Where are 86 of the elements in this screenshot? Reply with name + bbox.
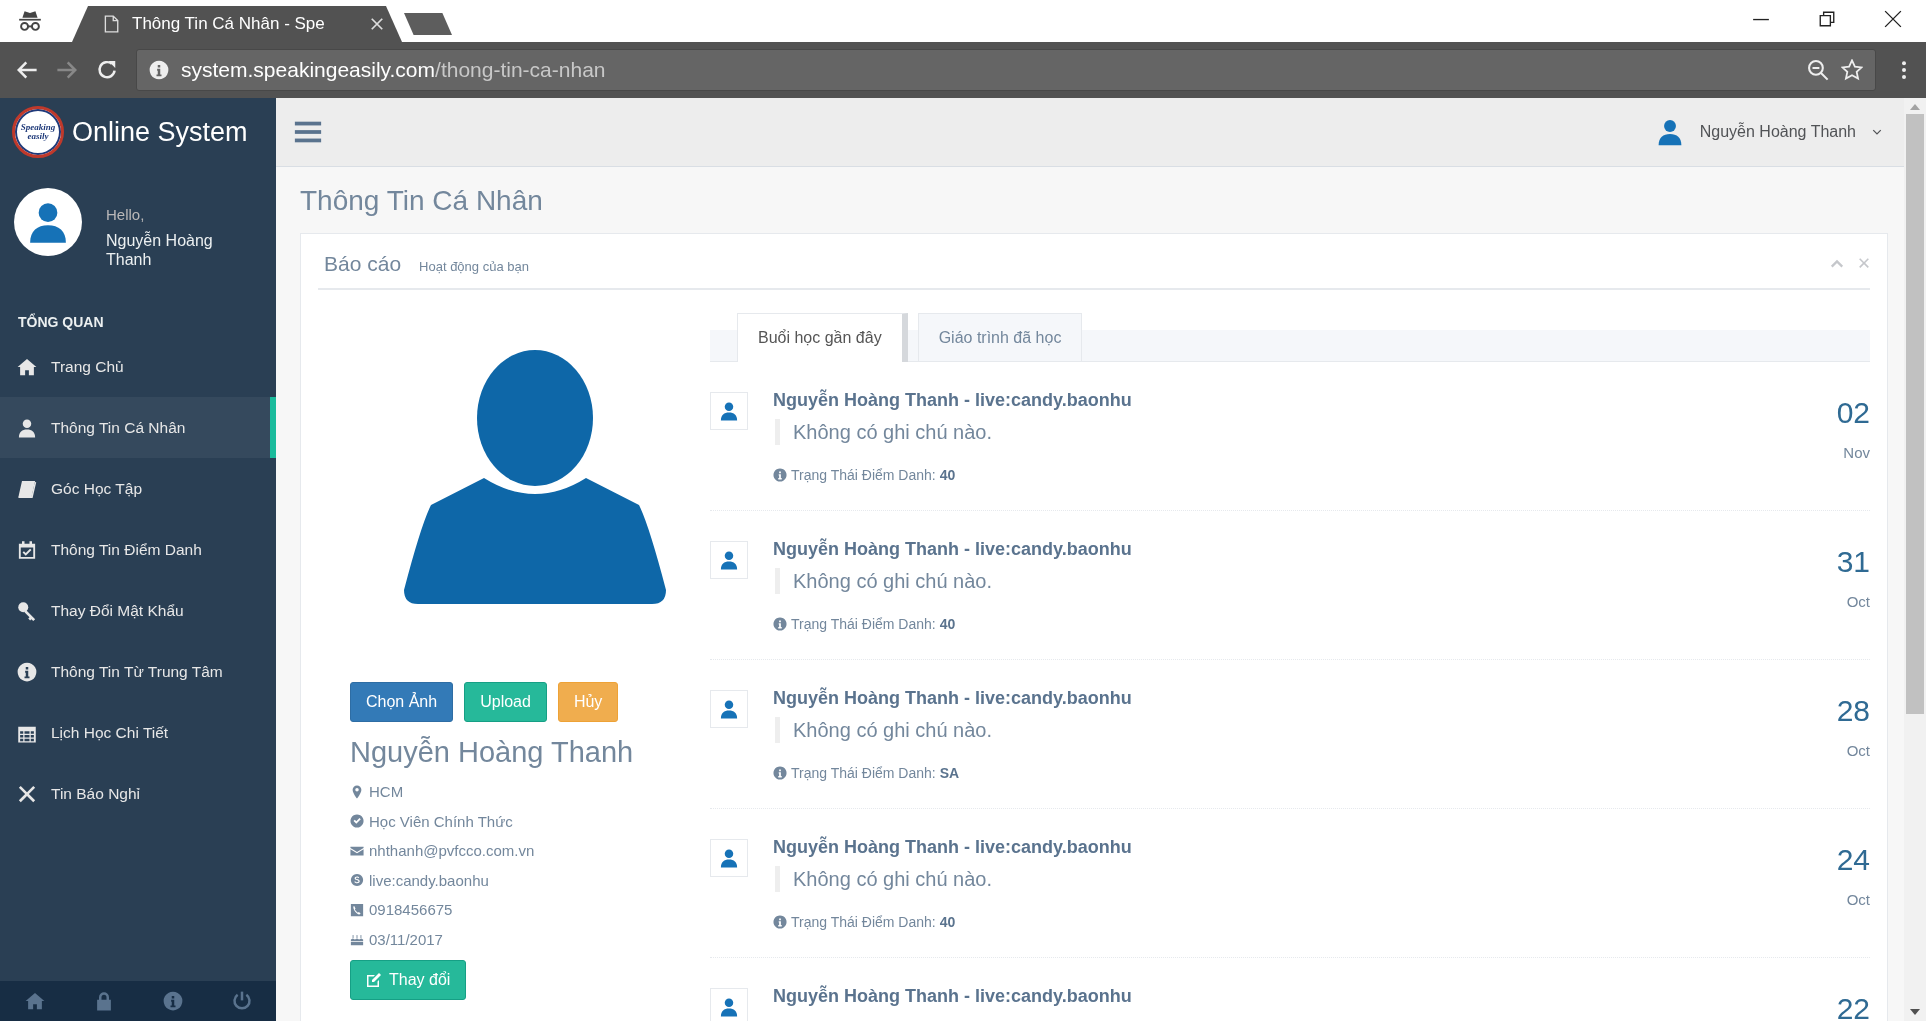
- activity-month: Oct: [1845, 742, 1870, 759]
- logo: Speaking easily: [12, 106, 64, 158]
- user-icon: [719, 997, 739, 1017]
- cake-icon: [350, 932, 364, 947]
- attendance-status: Trạng Thái Điểm Danh: 40: [791, 914, 956, 930]
- activity-title: Nguyễn Hoàng Thanh - live:candy.baonhu: [773, 390, 1133, 411]
- home-icon[interactable]: [24, 991, 45, 1011]
- times-icon: [17, 783, 37, 804]
- profile-detail: HCM: [369, 783, 404, 801]
- tab[interactable]: Buổi học gần đây: [737, 313, 908, 362]
- edit-icon: [366, 972, 382, 988]
- zoom-out-icon[interactable]: [1807, 59, 1829, 81]
- page-title: Thông Tin Cá Nhân: [300, 185, 544, 218]
- sidebar-item[interactable]: Thay Đổi Mật Khẩu: [0, 580, 276, 641]
- reload-icon[interactable]: [96, 59, 118, 81]
- sidebar-item[interactable]: Tin Báo Nghỉ: [0, 763, 276, 824]
- info-icon: [773, 915, 787, 929]
- back-icon[interactable]: [16, 59, 38, 81]
- sidebar-item[interactable]: Thông Tin Từ Trung Tâm: [0, 641, 276, 702]
- info-icon: [773, 468, 787, 482]
- activity-day: 28: [1790, 694, 1870, 728]
- profile-detail: 03/11/2017: [369, 930, 443, 948]
- profile-detail: nhthanh@pvfcco.com.vn: [369, 842, 535, 860]
- browser-tab[interactable]: Thông Tin Cá Nhân - Spe: [72, 6, 402, 42]
- sidebar-item[interactable]: Thông Tin Điểm Danh: [0, 519, 276, 580]
- user-name: Nguyễn Hoàng Thanh: [106, 231, 214, 269]
- activity-note: Không có ghi chú nào.: [775, 866, 1765, 892]
- pin-icon: [350, 784, 364, 799]
- sidebar-item[interactable]: Trang Chủ: [0, 336, 276, 397]
- caret-icon: [1872, 127, 1882, 137]
- home-icon: [17, 356, 37, 377]
- profile-detail: live:candy.baonhu: [369, 871, 489, 889]
- activity-title: Nguyễn Hoàng Thanh - live:candy.baonhu: [773, 688, 1133, 709]
- user-icon: [719, 550, 739, 570]
- photo-button[interactable]: Chọn Ảnh: [350, 682, 454, 722]
- profile-detail: 0918456675: [369, 901, 453, 919]
- profile-name: Nguyễn Hoàng Thanh: [350, 736, 635, 769]
- skype-icon: [350, 873, 364, 888]
- key-icon: [17, 600, 37, 621]
- activity-title: Nguyễn Hoàng Thanh - live:candy.baonhu: [773, 539, 1133, 560]
- attendance-status: Trạng Thái Điểm Danh: 40: [791, 616, 956, 632]
- section-heading: TỔNG QUAN: [17, 312, 105, 332]
- activity-day: 02: [1790, 396, 1870, 430]
- info-icon: [149, 60, 169, 80]
- info-icon: [773, 617, 787, 631]
- activity-month: Nov: [1842, 444, 1870, 461]
- activity-month: Oct: [1845, 891, 1870, 908]
- activity-title: Nguyễn Hoàng Thanh - live:candy.baonhu: [773, 986, 1133, 1007]
- panel-title: Báo cáo: [324, 252, 402, 276]
- power-icon[interactable]: [231, 991, 252, 1011]
- activity-note: Không có ghi chú nào.: [775, 568, 1765, 594]
- brand-name: Online System: [72, 116, 248, 148]
- page-icon: [102, 15, 120, 33]
- info-icon: [773, 766, 787, 780]
- profile-detail: Học Viên Chính Thức: [369, 812, 513, 830]
- phone-icon: [350, 902, 364, 917]
- attendance-status: Trạng Thái Điểm Danh: 40: [791, 467, 956, 483]
- activity-title: Nguyễn Hoàng Thanh - live:candy.baonhu: [773, 837, 1133, 858]
- user-icon: [719, 848, 739, 868]
- activity-day: 31: [1790, 545, 1870, 579]
- user-icon: [719, 401, 739, 421]
- incognito-icon: [17, 8, 43, 34]
- user-icon: [17, 417, 37, 438]
- info-icon[interactable]: [162, 991, 183, 1011]
- activity-day: 22: [1790, 992, 1870, 1021]
- activity-note: Không có ghi chú nào.: [775, 717, 1765, 743]
- close-tab-icon[interactable]: [370, 17, 384, 31]
- info-icon: [17, 661, 37, 682]
- address-bar[interactable]: system.speakingeasily.com/thong-tin-ca-nhan: [136, 49, 1876, 91]
- calendar-check-icon: [17, 539, 37, 560]
- attendance-status: Trạng Thái Điểm Danh: SA: [791, 765, 960, 781]
- scrollbar[interactable]: [1904, 98, 1926, 1021]
- activity-day: 24: [1790, 843, 1870, 877]
- greeting: Hello,: [106, 206, 146, 223]
- user-icon: [719, 699, 739, 719]
- activity-month: Oct: [1845, 593, 1870, 610]
- sidebar-item[interactable]: Lịch Học Chi Tiết: [0, 702, 276, 763]
- user-menu[interactable]: Nguyễn Hoàng Thanh: [1699, 123, 1856, 141]
- restore-icon[interactable]: [1818, 10, 1836, 28]
- panel-subtitle: Hoạt động của bạn: [419, 259, 529, 274]
- sidebar-item[interactable]: Góc Học Tập: [0, 458, 276, 519]
- tab[interactable]: Giáo trình đã học: [917, 313, 1083, 361]
- close-icon[interactable]: [1884, 10, 1902, 28]
- activity-note: Không có ghi chú nào.: [775, 419, 1765, 445]
- star-icon[interactable]: [1841, 59, 1863, 81]
- sidebar-item[interactable]: Thông Tin Cá Nhân: [0, 397, 276, 458]
